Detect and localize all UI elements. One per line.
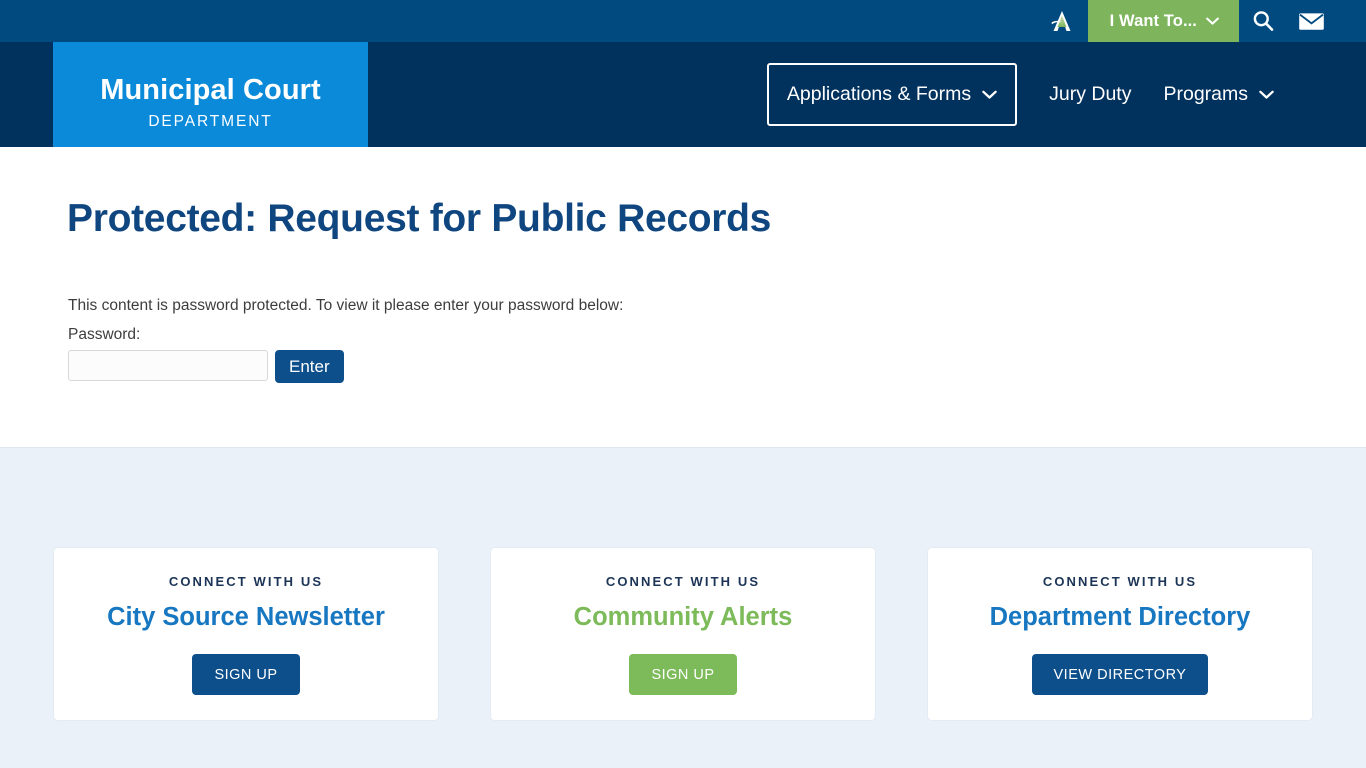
- enter-button[interactable]: Enter: [275, 350, 344, 383]
- connect-cards: CONNECT WITH US City Source Newsletter S…: [53, 547, 1313, 721]
- top-utility-bar: I Want To...: [0, 0, 1366, 42]
- nav-item-programs[interactable]: Programs: [1147, 71, 1290, 118]
- password-input[interactable]: [68, 350, 268, 381]
- nav-item-label: Jury Duty: [1049, 83, 1132, 105]
- accessibility-a-logo-icon[interactable]: [1040, 0, 1084, 42]
- sign-up-button[interactable]: SIGN UP: [192, 654, 300, 695]
- nav-item-jury-duty[interactable]: Jury Duty: [1033, 71, 1147, 118]
- search-icon[interactable]: [1239, 0, 1287, 42]
- site-logo[interactable]: Municipal Court DEPARTMENT: [53, 42, 368, 163]
- primary-nav: Applications & Forms Jury Duty Programs: [766, 42, 1290, 147]
- view-directory-button[interactable]: VIEW DIRECTORY: [1031, 654, 1209, 695]
- logo-title: Municipal Court: [100, 73, 321, 106]
- card-eyebrow: CONNECT WITH US: [605, 574, 761, 589]
- i-want-to-label: I Want To...: [1109, 11, 1197, 30]
- card-eyebrow: CONNECT WITH US: [168, 574, 324, 589]
- password-label: Password:: [68, 326, 141, 343]
- chevron-down-icon: [982, 83, 997, 106]
- connect-card-department-directory: CONNECT WITH US Department Directory VIE…: [927, 547, 1313, 721]
- logo-subtitle: DEPARTMENT: [148, 112, 273, 130]
- card-title-link[interactable]: Department Directory: [990, 603, 1251, 632]
- nav-item-label: Applications & Forms: [786, 83, 972, 105]
- connect-card-community-alerts: CONNECT WITH US Community Alerts SIGN UP: [490, 547, 876, 721]
- main-navigation-bar: Municipal Court DEPARTMENT Applications …: [0, 42, 1366, 163]
- card-title-link[interactable]: City Source Newsletter: [107, 603, 385, 632]
- envelope-icon[interactable]: [1287, 0, 1335, 42]
- sign-up-button[interactable]: SIGN UP: [629, 654, 737, 695]
- page-title: Protected: Request for Public Records: [67, 197, 772, 240]
- chevron-down-icon: [1206, 12, 1219, 31]
- connect-card-newsletter: CONNECT WITH US City Source Newsletter S…: [53, 547, 439, 721]
- protected-message: This content is password protected. To v…: [68, 296, 624, 314]
- card-title-link[interactable]: Community Alerts: [574, 603, 793, 632]
- card-eyebrow: CONNECT WITH US: [1042, 574, 1198, 589]
- password-form: Enter: [68, 350, 344, 383]
- chevron-down-icon: [1259, 83, 1274, 106]
- i-want-to-button[interactable]: I Want To...: [1087, 0, 1239, 42]
- main-content: Protected: Request for Public Records Th…: [0, 147, 1366, 447]
- connect-with-us-section: CONNECT WITH US City Source Newsletter S…: [0, 447, 1366, 768]
- nav-item-applications-and-forms[interactable]: Applications & Forms: [766, 63, 1018, 126]
- nav-item-label: Programs: [1163, 83, 1248, 105]
